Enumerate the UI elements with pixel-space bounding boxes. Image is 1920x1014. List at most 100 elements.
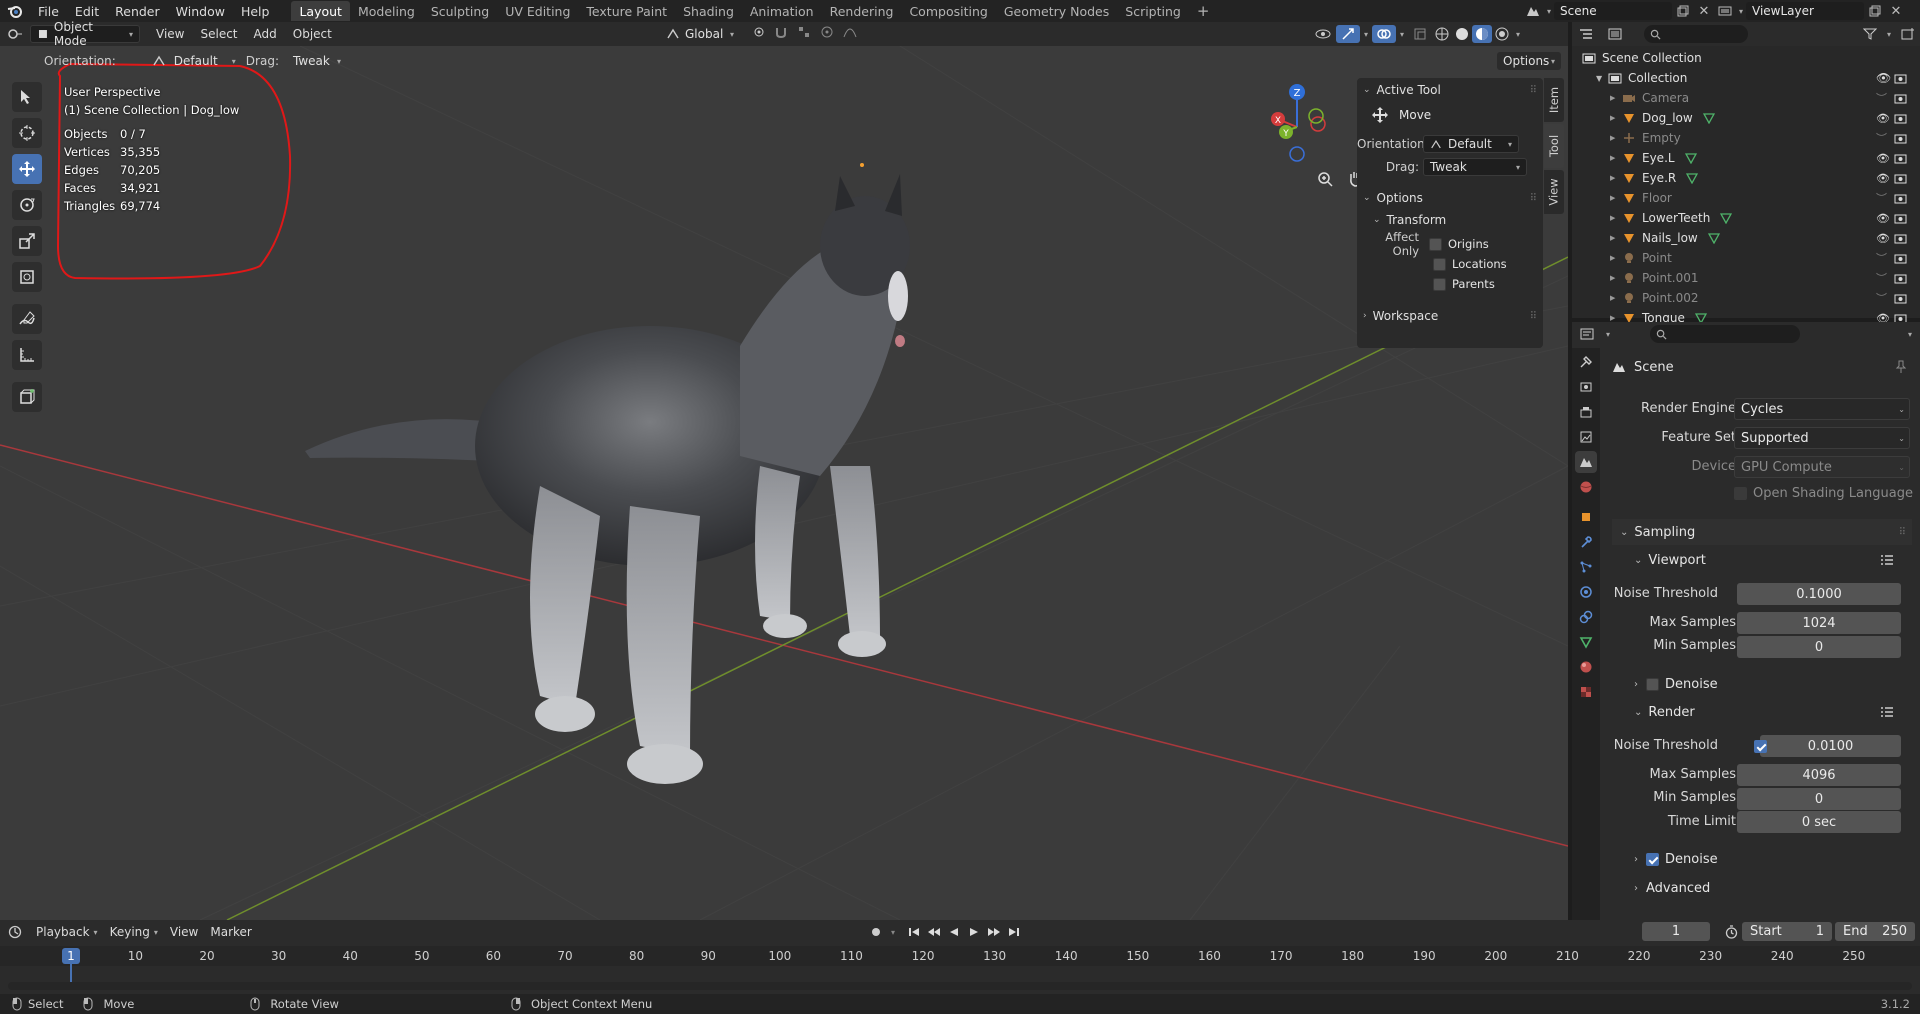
camera-render-icon[interactable] xyxy=(1894,192,1907,204)
chevron-down-icon[interactable]: ▾ xyxy=(886,928,900,937)
outliner-collection[interactable]: ▼ Collection 👁 xyxy=(1572,68,1920,88)
marker-menu[interactable]: Marker xyxy=(204,925,257,939)
chevron-right-icon[interactable]: ▶ xyxy=(1610,114,1622,122)
render-subpanel-header[interactable]: ⌄ Render xyxy=(1612,699,1912,725)
camera-render-icon[interactable] xyxy=(1894,212,1907,224)
overlays-toggle-icon[interactable] xyxy=(1372,25,1396,43)
chevron-down-icon[interactable]: ▾ xyxy=(1544,7,1554,16)
zoom-icon[interactable] xyxy=(1312,166,1338,192)
eye-icon[interactable]: 👁 xyxy=(1876,232,1890,245)
render-max-samples-field[interactable]: 4096 xyxy=(1737,764,1901,786)
record-icon[interactable] xyxy=(866,927,886,937)
chevron-right-icon[interactable]: ▶ xyxy=(1610,274,1622,282)
transform-tool-button[interactable] xyxy=(12,262,42,292)
chevron-down-icon[interactable]: ▾ xyxy=(1512,30,1524,39)
render-min-samples-field[interactable]: 0 xyxy=(1737,788,1901,810)
workspace-tab-animation[interactable]: Animation xyxy=(742,1,822,21)
eye-icon[interactable]: 👁 xyxy=(1876,112,1890,125)
add-workspace-button[interactable]: + xyxy=(1189,1,1218,21)
camera-render-icon[interactable] xyxy=(1894,132,1907,144)
workspace-tab-shading[interactable]: Shading xyxy=(675,1,742,21)
camera-render-icon[interactable] xyxy=(1894,272,1907,284)
camera-render-icon[interactable] xyxy=(1894,72,1907,84)
annotate-tool-button[interactable] xyxy=(12,304,42,334)
drag-handle-icon[interactable]: ⠿ xyxy=(1530,85,1537,96)
chevron-right-icon[interactable]: ▶ xyxy=(1610,174,1622,182)
select-tool-button[interactable] xyxy=(12,82,42,112)
chevron-down-icon[interactable]: ▾ xyxy=(1900,330,1920,339)
eye-closed-icon[interactable]: ︶ xyxy=(1876,290,1887,306)
eye-icon[interactable]: 👁 xyxy=(1876,212,1890,225)
parents-checkbox[interactable] xyxy=(1433,277,1446,291)
advanced-subpanel-header[interactable]: › Advanced xyxy=(1612,875,1912,901)
presets-list-icon[interactable] xyxy=(1880,706,1894,718)
outliner-editor-icon[interactable] xyxy=(1572,28,1600,40)
jump-end-icon[interactable] xyxy=(1004,926,1024,938)
chevron-right-icon[interactable]: ▶ xyxy=(1610,194,1622,202)
blender-logo-icon[interactable] xyxy=(0,0,30,22)
camera-render-icon[interactable] xyxy=(1894,92,1907,104)
texture-properties-tab[interactable] xyxy=(1575,681,1597,703)
properties-editor-icon[interactable] xyxy=(1572,328,1602,340)
workspace-tab-uv-editing[interactable]: UV Editing xyxy=(497,1,578,21)
gizmo-toggle-icon[interactable] xyxy=(1336,25,1360,43)
play-reverse-icon[interactable] xyxy=(944,926,964,938)
render-noise-threshold-field[interactable]: 0.0100 xyxy=(1760,735,1901,757)
wireframe-shading-icon[interactable] xyxy=(1432,27,1452,41)
material-properties-tab[interactable] xyxy=(1575,656,1597,678)
viewport-denoise-checkbox[interactable] xyxy=(1646,677,1659,691)
transform-subsection-header[interactable]: ⌄ Transform xyxy=(1357,210,1543,230)
workspace-tab-compositing[interactable]: Compositing xyxy=(901,1,995,21)
viewport-denoise-row[interactable]: › Denoise xyxy=(1634,674,1718,694)
mesh-data-icon[interactable] xyxy=(1702,112,1715,124)
outliner-item[interactable]: ▶ Camera ︶ xyxy=(1572,88,1920,108)
menu-render[interactable]: Render xyxy=(107,0,168,22)
scene-properties-tab[interactable] xyxy=(1575,451,1597,473)
time-limit-field[interactable]: 0 sec xyxy=(1737,811,1901,833)
chevron-right-icon[interactable]: ▶ xyxy=(1610,254,1622,262)
viewport-subpanel-header[interactable]: ⌄ Viewport xyxy=(1612,547,1912,573)
camera-render-icon[interactable] xyxy=(1894,112,1907,124)
timeline-editor-icon[interactable] xyxy=(0,925,30,939)
sidebar-tab-tool[interactable]: Tool xyxy=(1544,124,1564,168)
chevron-right-icon[interactable]: ▶ xyxy=(1610,94,1622,102)
menu-add[interactable]: Add xyxy=(246,27,285,41)
move-tool-button[interactable] xyxy=(12,154,42,184)
options-dropdown[interactable]: Options ▾ xyxy=(1497,52,1561,70)
drag-handle-icon[interactable]: ⠿ xyxy=(1530,193,1537,204)
rendered-shading-icon[interactable] xyxy=(1492,27,1512,41)
camera-render-icon[interactable] xyxy=(1894,172,1907,184)
chevron-right-icon[interactable]: ▶ xyxy=(1610,294,1622,302)
eye-closed-icon[interactable]: ︶ xyxy=(1876,190,1887,206)
menu-edit[interactable]: Edit xyxy=(67,0,107,22)
pin-icon[interactable] xyxy=(1892,358,1910,376)
outliner-scene-collection[interactable]: Scene Collection xyxy=(1572,48,1920,68)
solid-shading-icon[interactable] xyxy=(1452,27,1472,41)
camera-render-icon[interactable] xyxy=(1894,252,1907,264)
workspace-tab-texture-paint[interactable]: Texture Paint xyxy=(578,1,675,21)
data-properties-tab[interactable] xyxy=(1575,631,1597,653)
proportional-edit-icon[interactable] xyxy=(816,25,838,39)
camera-render-icon[interactable] xyxy=(1894,152,1907,164)
chevron-down-icon[interactable]: ▾ xyxy=(1602,330,1614,339)
measure-tool-button[interactable] xyxy=(12,340,42,370)
object-properties-tab[interactable] xyxy=(1575,506,1597,528)
outliner-item[interactable]: ▶ Point.001 ︶ xyxy=(1572,268,1920,288)
particles-properties-tab[interactable] xyxy=(1575,556,1597,578)
output-properties-tab[interactable] xyxy=(1575,401,1597,423)
menu-view[interactable]: View xyxy=(148,27,192,41)
display-mode-icon[interactable] xyxy=(1600,28,1630,40)
new-collection-icon[interactable] xyxy=(1896,28,1920,40)
sidebar-tab-item[interactable]: Item xyxy=(1544,78,1564,122)
npanel-orientation-dropdown[interactable]: Default ▾ xyxy=(1423,135,1519,153)
menu-window[interactable]: Window xyxy=(168,0,233,22)
scale-tool-button[interactable] xyxy=(12,226,42,256)
timeline-ruler[interactable]: 1 10 20 30 40 50 60 70 80 90 100 110 120 130 140 150 16… xyxy=(0,946,1920,986)
mesh-data-icon[interactable] xyxy=(1686,172,1699,184)
view-layer-name-field[interactable]: ViewLayer xyxy=(1746,2,1864,20)
chevron-down-icon[interactable]: ▼ xyxy=(1596,74,1608,83)
camera-render-icon[interactable] xyxy=(1894,232,1907,244)
new-scene-icon[interactable] xyxy=(1672,5,1694,17)
osl-checkbox[interactable] xyxy=(1734,486,1747,500)
snap-icon[interactable] xyxy=(770,25,792,39)
